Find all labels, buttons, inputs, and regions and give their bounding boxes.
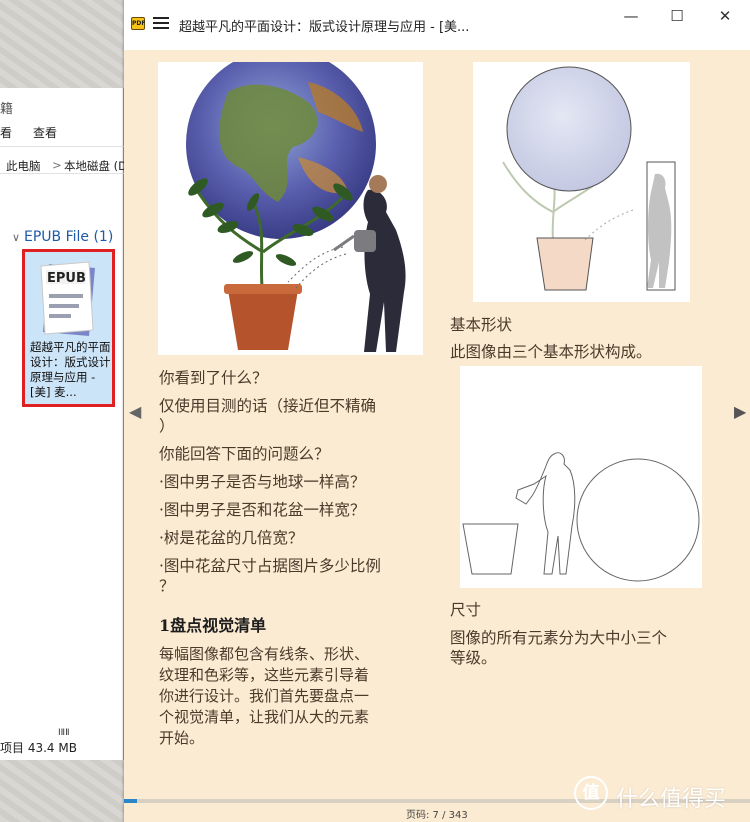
menu-item-view-fragment[interactable]: 看 — [0, 124, 12, 141]
watermark-badge-icon: 值 — [574, 776, 608, 810]
illustration-basic-shapes — [473, 62, 690, 302]
explorer-title: 籍 — [0, 102, 14, 117]
previous-page-arrow-icon[interactable]: ◀ — [129, 402, 141, 426]
sizes-outline-drawing — [462, 452, 700, 582]
desc-sizes-line: 等级。 — [450, 649, 497, 667]
group-header-label: EPUB File (1) — [24, 229, 114, 245]
body-paragraph-line: 每幅图像都包含有线条、形状、 — [159, 645, 370, 663]
epub-icon-label: EPUB — [47, 271, 86, 286]
illustration-globe-tree — [158, 49, 423, 355]
breadcrumb-local-disk[interactable]: 本地磁盘 (D — [64, 158, 124, 173]
breadcrumb-separator-icon: > — [52, 158, 62, 172]
menu-item-view[interactable]: 查看 — [33, 124, 57, 141]
app-logo-icon: PDF — [131, 17, 145, 30]
question-man-pot-width: ·图中男子是否和花盆一样宽？ — [159, 501, 366, 519]
ribbon-divider — [0, 146, 124, 147]
body-paragraph-line: 开始。 — [159, 729, 205, 747]
illustration-sizes — [460, 366, 702, 588]
ebook-reader-window: PDF 超越平凡的平面设计：版式设计原理与应用 - [美... — ☐ ✕ ◀ … — [124, 0, 750, 822]
epub-file-item[interactable]: EPUB 超越平凡的平面设计：版式设计原理与应用 - [美] 麦... — [22, 249, 115, 407]
window-title: 超越平凡的平面设计：版式设计原理与应用 - [美... — [179, 20, 470, 35]
question-can-answer: 你能回答下面的问题么？ — [159, 445, 330, 463]
body-paragraph-line: 个视觉清单，让我们从大的元素 — [159, 708, 370, 726]
explorer-status-bar: 项目 43.4 MB — [0, 741, 77, 755]
address-breadcrumb[interactable]: 此电脑 > 本地磁盘 (D — [0, 152, 124, 174]
watermark-text: 什么值得买 — [616, 787, 727, 812]
hamburger-menu-button[interactable] — [153, 17, 169, 31]
chevron-down-icon[interactable]: ∨ — [12, 231, 24, 244]
site-watermark: 值 什么值得买 — [574, 776, 750, 816]
breadcrumb-this-pc[interactable]: 此电脑 — [6, 158, 41, 173]
reading-progress-fill — [124, 799, 137, 803]
maximize-button[interactable]: ☐ — [664, 7, 690, 27]
file-explorer-window: 籍 看 查看 此电脑 > 本地磁盘 (D ∨ EPUB File (1) EPUB… — [0, 88, 124, 760]
body-paragraph-line: 你进行设计。我们首先要盘点一 — [159, 687, 370, 705]
body-paragraph-line: 纹理和色彩等，这些元素引导着 — [159, 666, 370, 684]
minimize-button[interactable]: — — [618, 7, 644, 27]
question-pot-size-ratio: ·图中花盆尺寸占据图片多少比例 — [159, 557, 381, 575]
reader-title-bar[interactable]: PDF 超越平凡的平面设计：版式设计原理与应用 - [美... — ☐ ✕ — [124, 0, 750, 50]
next-page-arrow-icon[interactable]: ▶ — [734, 402, 746, 426]
file-name-label: 超越平凡的平面设计：版式设计原理与应用 - [美] 麦... — [30, 340, 111, 399]
question-pot-size-ratio-cont: ？ — [159, 577, 175, 595]
basic-shapes-drawing — [502, 66, 676, 291]
file-group-header[interactable]: ∨ EPUB File (1) — [12, 229, 113, 245]
desc-sizes-line: 图像的所有元素分为大中小三个 — [450, 629, 668, 647]
page-indicator: 页码: 7 / 343 — [406, 810, 468, 821]
question-man-globe-height: ·图中男子是否与地球一样高？ — [159, 473, 366, 491]
explorer-small-text: ⅠⅡⅡ — [58, 728, 70, 738]
caption-basic-shapes: 基本形状 — [450, 316, 513, 334]
question-what-see: 你看到了什么？ — [159, 369, 268, 387]
question-eye-measure-cont: ） — [159, 417, 175, 435]
close-button[interactable]: ✕ — [712, 7, 738, 27]
question-eye-measure: 仅使用目测的话（接近但不精确 — [159, 397, 377, 415]
desc-basic-shapes: 此图像由三个基本形状构成。 — [450, 343, 652, 361]
section-heading: 1盘点视觉清单 — [159, 616, 267, 635]
question-tree-pot-ratio: ·树是花盆的几倍宽？ — [159, 529, 304, 547]
epub-file-icon: EPUB — [40, 261, 95, 336]
globe-tree-drawing — [186, 49, 406, 352]
caption-sizes: 尺寸 — [450, 601, 482, 619]
